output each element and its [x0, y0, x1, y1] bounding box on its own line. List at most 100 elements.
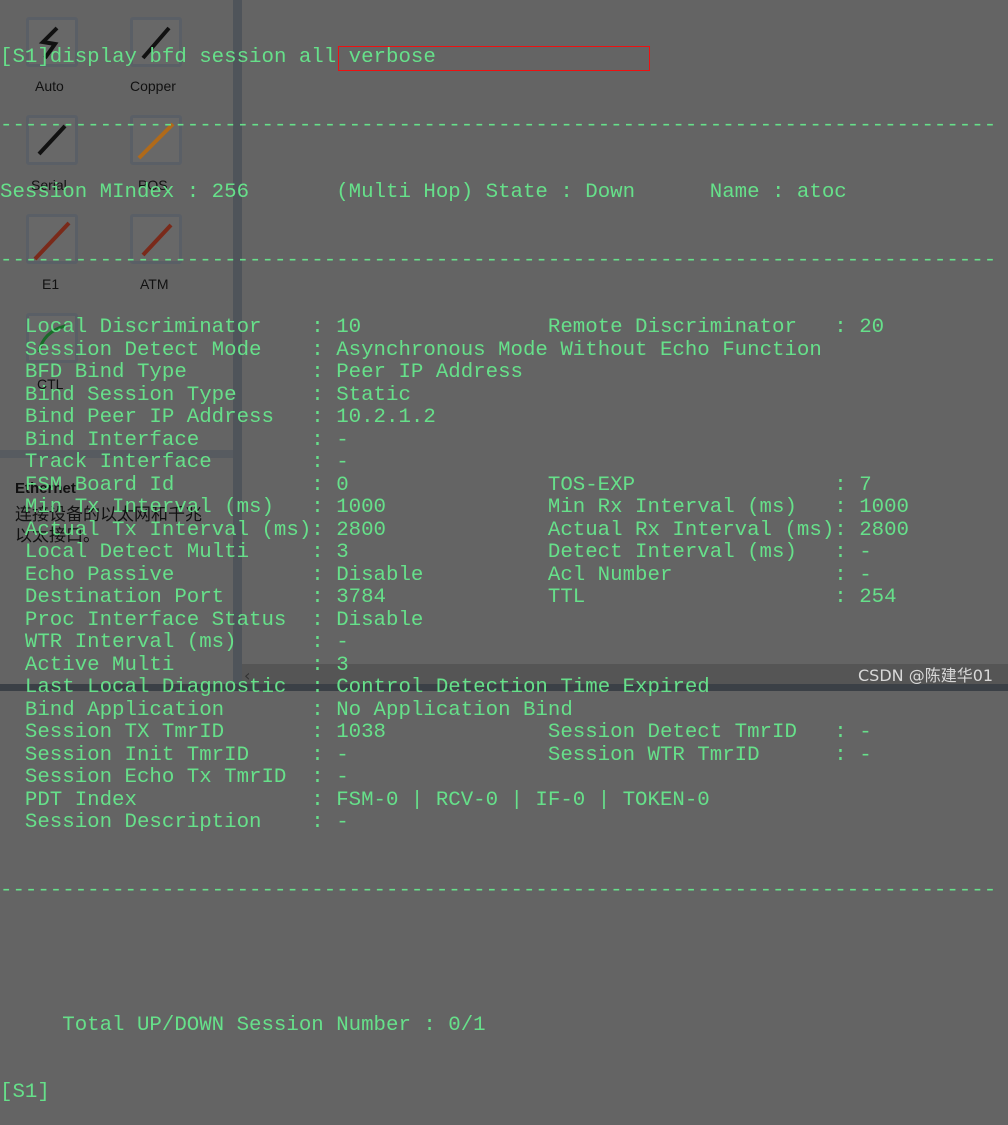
detail-row: Last Local Diagnostic: Control Detection … [0, 676, 996, 700]
mindex-line: Session MIndex : 256 (Multi Hop) State :… [0, 181, 996, 205]
row-label: Bind Application [24, 698, 225, 722]
colon-separator: : [311, 676, 324, 699]
row-label: Session Description [24, 811, 262, 834]
detail-row: Local Detect Multi:3 Detect Interval (ms)… [0, 541, 996, 565]
session-mindex: Session MIndex : 256 [0, 181, 250, 204]
colon-separator: : [311, 586, 324, 609]
row-label-right: TTL [547, 586, 586, 609]
detail-row: Bind Application: No Application Bind [0, 698, 996, 723]
detail-row: Bind Session Type: Static [0, 383, 996, 408]
detail-row: Actual Tx Interval (ms):2800 Actual Rx In… [0, 518, 996, 543]
colon-separator: : [311, 316, 324, 339]
row-value: - [336, 631, 349, 654]
prompt: [S1] [0, 1081, 50, 1104]
row-label: Proc Interface Status [24, 608, 287, 632]
colon-separator: : [834, 473, 847, 497]
row-value-right: - [859, 541, 872, 564]
row-label-right: Min Rx Interval (ms) [547, 496, 797, 519]
detail-row: Session TX TmrID:1038 Session Detect TmrI… [0, 721, 996, 745]
detail-row: Session Description: - [0, 811, 996, 835]
row-label: FSM Board Id [24, 473, 175, 497]
row-value: - [336, 811, 349, 834]
row-label-right: Session WTR TmrID [547, 743, 760, 767]
colon-separator: : [311, 361, 324, 384]
detail-row: Echo Passive: Disable Acl Number: - [0, 563, 996, 588]
colon-separator: : [834, 563, 847, 587]
colon-separator: : [311, 451, 324, 474]
row-value: 10.2.1.2 [336, 406, 436, 429]
row-label: WTR Interval (ms) [24, 631, 237, 654]
row-value: - [336, 743, 349, 767]
detail-row: Track Interface: - [0, 451, 996, 475]
row-label: Bind Peer IP Address [24, 406, 274, 429]
detail-row: Session Init TmrID: - Session WTR TmrID: - [0, 743, 996, 768]
colon-separator: : [311, 653, 324, 677]
row-value: Asynchronous Mode Without Echo Function [336, 338, 822, 362]
colon-separator: : [834, 316, 847, 339]
row-label: Session Detect Mode [24, 338, 262, 362]
row-value-right: 254 [859, 586, 897, 609]
row-value: - [336, 428, 349, 452]
terminal-output[interactable]: [S1]display bfd session all verbose ----… [0, 0, 996, 1125]
detail-row: Destination Port:3784 TTL:254 [0, 586, 996, 610]
colon-separator: : [311, 496, 324, 519]
colon-separator: : [311, 698, 324, 722]
separator: ----------------------------------------… [0, 248, 997, 272]
colon-separator: : [311, 338, 324, 362]
row-value-right: - [859, 743, 872, 767]
row-value: 3784 [336, 586, 387, 609]
row-value: Control Detection Time Expired [336, 676, 710, 699]
detail-row: Proc Interface Status: Disable [0, 608, 996, 633]
row-label: Session Init TmrID [24, 743, 250, 767]
row-label-right: Detect Interval (ms) [547, 541, 797, 564]
row-label: Track Interface [24, 451, 212, 474]
row-label: BFD Bind Type [24, 361, 187, 384]
row-label: Active Multi [24, 653, 175, 677]
row-label: Session TX TmrID [24, 721, 225, 744]
colon-separator: : [311, 721, 324, 744]
row-value-right: 20 [859, 316, 885, 339]
row-label-right: Acl Number [547, 563, 673, 587]
row-label: Min Tx Interval (ms) [24, 496, 274, 519]
row-value: Static [336, 383, 411, 407]
colon-separator: : [311, 766, 324, 789]
state-highlight-box [338, 46, 650, 71]
row-label: Session Echo Tx TmrID [24, 766, 287, 789]
detail-row: Bind Peer IP Address:10.2.1.2 [0, 406, 996, 430]
session-state: (Multi Hop) State : Down [336, 181, 636, 204]
row-value: FSM-0 | RCV-0 | IF-0 | TOKEN-0 [336, 788, 710, 812]
row-label: Echo Passive [24, 563, 175, 587]
row-value-right: - [859, 721, 872, 744]
detail-row: Session Detect Mode: Asynchronous Mode Wi… [0, 338, 996, 363]
colon-separator: : [311, 518, 324, 542]
row-value-right: 7 [859, 473, 872, 497]
row-label: Destination Port [24, 586, 225, 609]
row-value-right: - [859, 563, 872, 587]
row-value: 1038 [336, 721, 387, 744]
row-label: PDT Index [24, 788, 137, 812]
detail-row: PDT Index: FSM-0 | RCV-0 | IF-0 | TOKEN-0 [0, 788, 996, 813]
colon-separator: : [834, 518, 847, 542]
session-name: Name : atoc [709, 181, 847, 204]
detail-row: Session Echo Tx TmrID: - [0, 766, 996, 790]
colon-separator: : [834, 743, 847, 767]
row-value-right: 2800 [859, 518, 909, 542]
separator: ----------------------------------------… [0, 878, 997, 902]
colon-separator: : [311, 608, 324, 632]
row-value: 3 [336, 541, 349, 564]
colon-separator: : [311, 563, 324, 587]
detail-row: Local Discriminator:10 Remote Discriminat… [0, 316, 996, 340]
colon-separator: : [311, 406, 324, 429]
row-value: 10 [336, 316, 362, 339]
total-sessions: Total UP/DOWN Session Number : 0/1 [62, 1013, 486, 1037]
row-label: Local Detect Multi [24, 541, 250, 564]
detail-row: BFD Bind Type: Peer IP Address [0, 361, 996, 385]
row-label: Last Local Diagnostic [24, 676, 287, 699]
row-value: 1000 [336, 496, 387, 519]
detail-row: Min Tx Interval (ms):1000 Min Rx Interval… [0, 496, 996, 520]
colon-separator: : [311, 428, 324, 452]
row-label-right: Actual Rx Interval (ms) [547, 518, 835, 542]
row-value: 2800 [336, 518, 387, 542]
colon-separator: : [311, 473, 324, 497]
row-label: Actual Tx Interval (ms) [24, 518, 312, 542]
